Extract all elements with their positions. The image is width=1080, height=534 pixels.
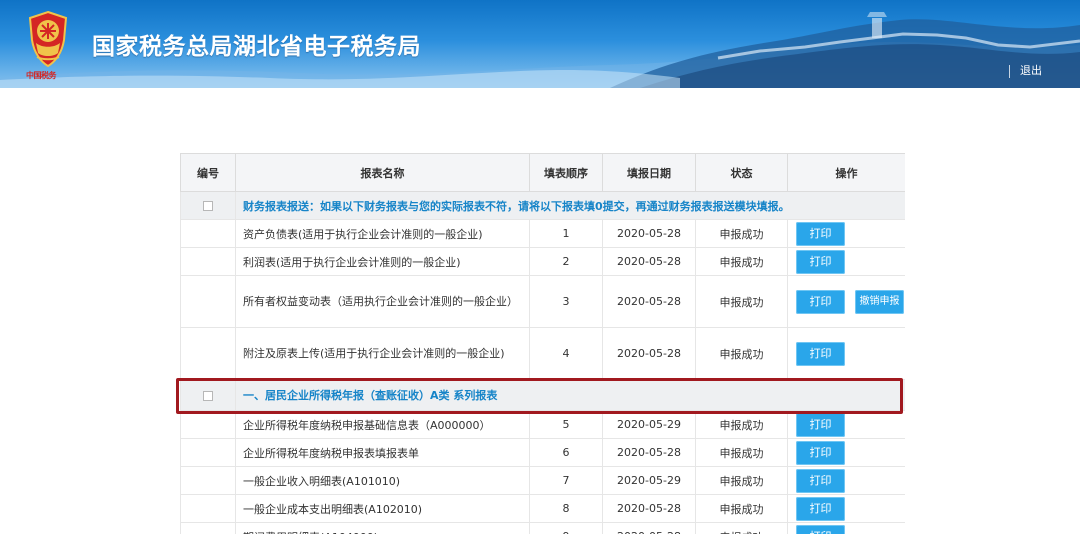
row-number-cell bbox=[180, 466, 236, 495]
fill-order-cell: 6 bbox=[529, 438, 603, 467]
tax-bureau-emblem: 中国税务 bbox=[20, 10, 82, 84]
report-table-container: 编号 报表名称 填表顺序 填报日期 状态 操作 财务报表报送：如果以下财务报表与… bbox=[180, 153, 905, 534]
fill-order-cell: 4 bbox=[529, 327, 603, 380]
fill-order-cell: 8 bbox=[529, 494, 603, 523]
print-button[interactable]: 打印 bbox=[796, 289, 845, 314]
fill-date-cell: 2020-05-29 bbox=[602, 410, 696, 439]
report-name-cell: 附注及原表上传(适用于执行企业会计准则的一般企业) bbox=[235, 327, 530, 380]
financial-section-checkbox[interactable] bbox=[203, 201, 213, 211]
table-row: 附注及原表上传(适用于执行企业会计准则的一般企业) 4 2020-05-28 申… bbox=[180, 327, 905, 380]
row-number-cell bbox=[180, 494, 236, 523]
actions-cell: 打印 bbox=[787, 410, 905, 439]
fill-order-cell: 1 bbox=[529, 219, 603, 248]
table-row: 资产负债表(适用于执行企业会计准则的一般企业) 1 2020-05-28 申报成… bbox=[180, 219, 905, 248]
row-number-cell bbox=[180, 410, 236, 439]
table-row: 期间费用明细表(A104000) 9 2020-05-28 申报成功 打印 bbox=[180, 522, 905, 534]
status-cell: 申报成功 bbox=[695, 410, 788, 439]
cancel-declaration-button[interactable]: 撤销申报 bbox=[855, 289, 904, 314]
table-header: 编号 报表名称 填表顺序 填报日期 状态 操作 bbox=[180, 153, 905, 192]
actions-cell: 打印 bbox=[787, 327, 905, 380]
report-name-cell: 资产负债表(适用于执行企业会计准则的一般企业) bbox=[235, 219, 530, 248]
column-report-name-header: 报表名称 bbox=[235, 153, 530, 192]
fill-date-cell: 2020-05-28 bbox=[602, 327, 696, 380]
table-row: 一般企业收入明细表(A101010) 7 2020-05-29 申报成功 打印 bbox=[180, 466, 905, 495]
report-name-cell: 企业所得税年度纳税申报表填报表单 bbox=[235, 438, 530, 467]
actions-cell: 打印 bbox=[787, 494, 905, 523]
logout-link[interactable]: 退出 bbox=[1020, 64, 1042, 78]
financial-section-title: 财务报表报送：如果以下财务报表与您的实际报表不符，请将以下报表填0提交，再通过财… bbox=[235, 191, 905, 220]
table-row: 企业所得税年度纳税申报基础信息表（A000000） 5 2020-05-29 申… bbox=[180, 410, 905, 439]
fill-order-cell: 9 bbox=[529, 522, 603, 534]
status-cell: 申报成功 bbox=[695, 466, 788, 495]
table-row: 利润表(适用于执行企业会计准则的一般企业) 2 2020-05-28 申报成功 … bbox=[180, 247, 905, 276]
row-number-cell bbox=[180, 219, 236, 248]
status-cell: 申报成功 bbox=[695, 522, 788, 534]
table-row: 所有者权益变动表（适用执行企业会计准则的一般企业） 3 2020-05-28 申… bbox=[180, 275, 905, 328]
income-tax-section-checkbox[interactable] bbox=[203, 390, 213, 401]
fill-date-cell: 2020-05-28 bbox=[602, 275, 696, 328]
report-name-cell: 一般企业成本支出明细表(A102010) bbox=[235, 494, 530, 523]
print-button[interactable]: 打印 bbox=[796, 412, 845, 437]
column-fill-date-header: 填报日期 bbox=[602, 153, 696, 192]
income-tax-section-title: 一、居民企业所得税年报（查账征收）A类 系列报表 bbox=[235, 379, 905, 411]
column-number-header: 编号 bbox=[180, 153, 236, 192]
fill-date-cell: 2020-05-28 bbox=[602, 247, 696, 276]
fill-order-cell: 3 bbox=[529, 275, 603, 328]
report-name-cell: 期间费用明细表(A104000) bbox=[235, 522, 530, 534]
report-name-cell: 一般企业收入明细表(A101010) bbox=[235, 466, 530, 495]
table-row: 一般企业成本支出明细表(A102010) 8 2020-05-28 申报成功 打… bbox=[180, 494, 905, 523]
print-button[interactable]: 打印 bbox=[796, 341, 845, 366]
table-body: 财务报表报送：如果以下财务报表与您的实际报表不符，请将以下报表填0提交，再通过财… bbox=[180, 191, 905, 534]
print-button[interactable]: 打印 bbox=[796, 221, 845, 246]
row-number-cell bbox=[180, 438, 236, 467]
financial-section-select-cell bbox=[180, 191, 236, 220]
tax-report-table: 编号 报表名称 填表顺序 填报日期 状态 操作 财务报表报送：如果以下财务报表与… bbox=[180, 153, 905, 534]
fill-order-cell: 5 bbox=[529, 410, 603, 439]
table-header-row: 编号 报表名称 填表顺序 填报日期 状态 操作 bbox=[180, 153, 905, 192]
corporate-income-tax-section-row: 一、居民企业所得税年报（查账征收）A类 系列报表 bbox=[180, 379, 905, 411]
row-number-cell bbox=[180, 247, 236, 276]
report-name-cell: 企业所得税年度纳税申报基础信息表（A000000） bbox=[235, 410, 530, 439]
report-name-cell: 利润表(适用于执行企业会计准则的一般企业) bbox=[235, 247, 530, 276]
print-button[interactable]: 打印 bbox=[796, 524, 845, 534]
fill-date-cell: 2020-05-28 bbox=[602, 438, 696, 467]
print-button[interactable]: 打印 bbox=[796, 440, 845, 465]
actions-cell: 打印 bbox=[787, 219, 905, 248]
status-cell: 申报成功 bbox=[695, 327, 788, 380]
status-cell: 申报成功 bbox=[695, 438, 788, 467]
logout-separator bbox=[1009, 65, 1010, 78]
fill-date-cell: 2020-05-28 bbox=[602, 494, 696, 523]
column-actions-header: 操作 bbox=[787, 153, 905, 192]
emblem-brand-text: 中国税务 bbox=[26, 71, 57, 80]
row-number-cell bbox=[180, 522, 236, 534]
fill-order-cell: 2 bbox=[529, 247, 603, 276]
column-fill-order-header: 填表顺序 bbox=[529, 153, 603, 192]
print-button[interactable]: 打印 bbox=[796, 496, 845, 521]
status-cell: 申报成功 bbox=[695, 275, 788, 328]
page-title: 国家税务总局湖北省电子税务局 bbox=[92, 34, 421, 60]
fill-order-cell: 7 bbox=[529, 466, 603, 495]
fill-date-cell: 2020-05-28 bbox=[602, 219, 696, 248]
print-button[interactable]: 打印 bbox=[796, 249, 845, 274]
column-status-header: 状态 bbox=[695, 153, 788, 192]
status-cell: 申报成功 bbox=[695, 247, 788, 276]
row-number-cell bbox=[180, 275, 236, 328]
actions-cell: 打印 bbox=[787, 522, 905, 534]
print-button[interactable]: 打印 bbox=[796, 468, 845, 493]
financial-report-section-row: 财务报表报送：如果以下财务报表与您的实际报表不符，请将以下报表填0提交，再通过财… bbox=[180, 191, 905, 220]
actions-cell: 打印 撤销申报 bbox=[787, 275, 905, 328]
site-header: 中国税务 国家税务总局湖北省电子税务局 退出 bbox=[0, 0, 1080, 88]
fill-date-cell: 2020-05-29 bbox=[602, 466, 696, 495]
table-row: 企业所得税年度纳税申报表填报表单 6 2020-05-28 申报成功 打印 bbox=[180, 438, 905, 467]
actions-cell: 打印 bbox=[787, 466, 905, 495]
income-tax-section-select-cell bbox=[180, 379, 236, 411]
actions-cell: 打印 bbox=[787, 247, 905, 276]
actions-cell: 打印 bbox=[787, 438, 905, 467]
report-name-cell: 所有者权益变动表（适用执行企业会计准则的一般企业） bbox=[235, 275, 530, 328]
tax-emblem-icon bbox=[28, 10, 68, 68]
status-cell: 申报成功 bbox=[695, 494, 788, 523]
status-cell: 申报成功 bbox=[695, 219, 788, 248]
row-number-cell bbox=[180, 327, 236, 380]
fill-date-cell: 2020-05-28 bbox=[602, 522, 696, 534]
